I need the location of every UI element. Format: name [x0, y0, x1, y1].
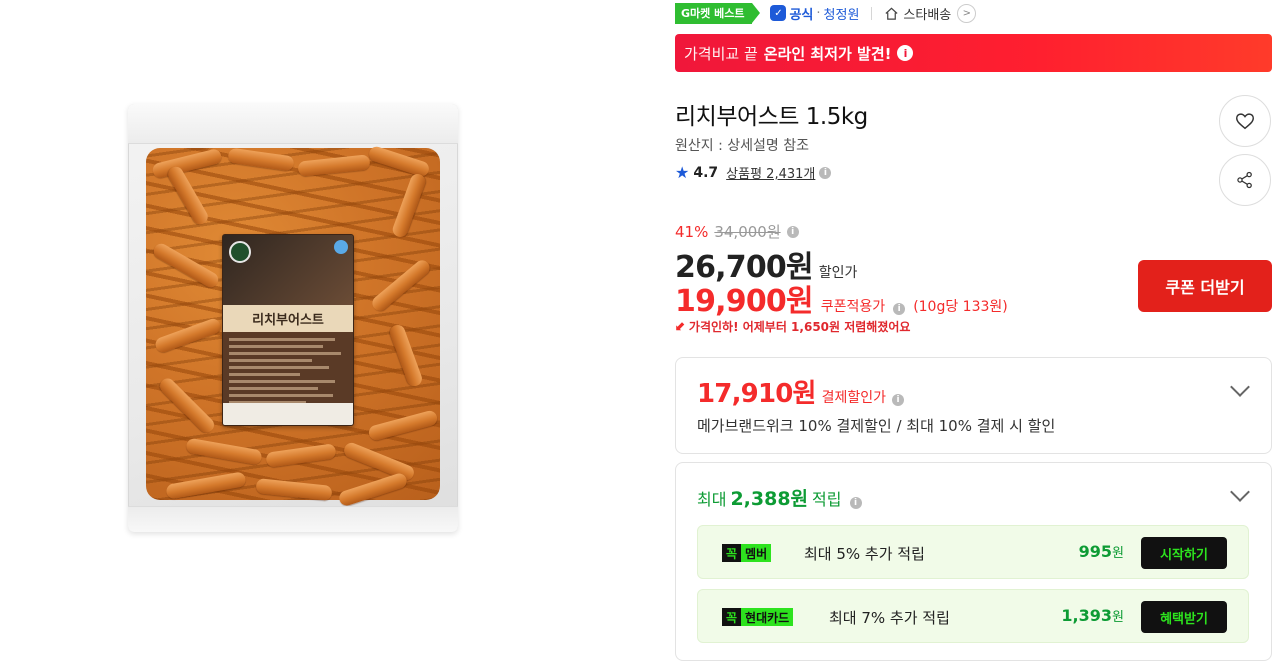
- get-more-coupons-button[interactable]: 쿠폰 더받기: [1138, 260, 1272, 312]
- coupon-price-row: 19,900원 쿠폰적용가 i (10g당 133원): [675, 276, 1008, 320]
- reward-item-value: 995원: [1078, 542, 1124, 561]
- info-icon[interactable]: i: [819, 166, 832, 179]
- official-label: 공식: [789, 7, 814, 23]
- rating-value: 4.7: [693, 164, 719, 181]
- badge-row: G마켓 베스트 ✓ 공식 · 청정원 스타배송 >: [675, 2, 977, 24]
- card-reward-item: 꼭 현대카드 최대 7% 추가 적립 1,393원 혜택받기: [697, 589, 1249, 643]
- share-button[interactable]: [1219, 154, 1271, 206]
- star-delivery-label: 스타배송: [903, 7, 952, 23]
- official-store-link[interactable]: ✓ 공식 · 청정원: [770, 4, 859, 23]
- price-drop-note: ⬋ 가격인하! 어제부터 1,650원 저렴해졌어요: [675, 318, 910, 335]
- reward-item-text: 최대 5% 추가 적립: [804, 545, 925, 563]
- package-label: 리치부어스트: [222, 234, 354, 426]
- discount-rate: 41%: [675, 222, 709, 241]
- review-count-link[interactable]: 상품평 2,431개: [726, 163, 815, 182]
- gmarket-best-badge[interactable]: G마켓 베스트: [675, 2, 761, 24]
- payment-discount-box[interactable]: 17,910원 결제할인가 i 메가브랜드위크 10% 결제할인 / 최대 10…: [675, 357, 1272, 454]
- info-icon[interactable]: i: [786, 225, 799, 238]
- frozen-icon: [334, 240, 348, 254]
- info-icon[interactable]: i: [849, 497, 862, 509]
- product-package: 리치부어스트: [128, 104, 458, 532]
- price-drop-icon: ⬋: [675, 319, 686, 334]
- brand-logo: [229, 241, 251, 263]
- product-title: 리치부어스트 1.5kg: [675, 104, 868, 130]
- home-icon: [885, 7, 898, 20]
- share-icon: [1237, 171, 1252, 189]
- info-icon[interactable]: i: [892, 394, 905, 406]
- product-image[interactable]: 리치부어스트: [128, 104, 458, 532]
- star-icon: ★: [675, 163, 690, 182]
- package-label-name: 리치부어스트: [223, 305, 353, 332]
- promo-strong-text: 온라인 최저가 발견!: [763, 44, 892, 63]
- payment-discount-price: 17,910원: [697, 379, 816, 409]
- unit-price: (10g당 133원): [913, 299, 1008, 315]
- reward-item-text: 최대 7% 추가 적립: [829, 609, 950, 627]
- payment-discount-label: 결제할인가: [821, 390, 887, 406]
- rating-row: ★ 4.7 상품평 2,431개 i: [675, 163, 832, 182]
- membership-tag: 꼭 멤버: [722, 544, 772, 562]
- wishlist-button[interactable]: [1219, 95, 1271, 147]
- start-membership-button[interactable]: 시작하기: [1141, 537, 1227, 569]
- promo-light-text: 가격비교 끝: [684, 44, 758, 63]
- discount-row: 41% 34,000원 i: [675, 221, 799, 242]
- chevron-down-icon[interactable]: [1230, 482, 1250, 502]
- star-delivery-link[interactable]: 스타배송 >: [884, 3, 977, 23]
- payment-discount-description: 메가브랜드위크 10% 결제할인 / 최대 10% 결제 시 할인: [697, 417, 1056, 435]
- get-benefit-button[interactable]: 혜택받기: [1141, 601, 1227, 633]
- info-icon[interactable]: i: [897, 45, 914, 61]
- original-price: 34,000원: [714, 223, 781, 241]
- store-name: 청정원: [823, 7, 860, 23]
- reward-item-value: 1,393원: [1061, 606, 1124, 625]
- reward-summary: 최대 2,388원 적립 i: [697, 484, 862, 511]
- chevron-down-icon[interactable]: [1230, 377, 1250, 397]
- coupon-price: 19,900원: [675, 284, 814, 319]
- reward-box: 최대 2,388원 적립 i 꼭 멤버 최대 5% 추가 적립 995원 시작하…: [675, 462, 1272, 661]
- lowest-price-banner[interactable]: 가격비교 끝 온라인 최저가 발견! i: [675, 34, 1272, 72]
- reward-prefix: 최대: [697, 490, 727, 509]
- price-drop-text: 가격인하! 어제부터 1,650원 저렴해졌어요: [688, 320, 911, 334]
- membership-reward-item: 꼭 멤버 최대 5% 추가 적립 995원 시작하기: [697, 525, 1249, 579]
- chevron-right-icon[interactable]: >: [957, 3, 977, 23]
- origin-info: 원산지 : 상세설명 참조: [675, 138, 809, 154]
- coupon-price-label: 쿠폰적용가: [820, 299, 886, 315]
- info-icon[interactable]: i: [893, 303, 906, 315]
- heart-icon: [1236, 113, 1254, 130]
- reward-amount: 2,388원: [730, 488, 809, 510]
- reward-suffix: 적립: [812, 490, 842, 509]
- hyundai-card-tag: 꼭 현대카드: [722, 608, 794, 626]
- official-shield-icon: ✓: [770, 5, 787, 21]
